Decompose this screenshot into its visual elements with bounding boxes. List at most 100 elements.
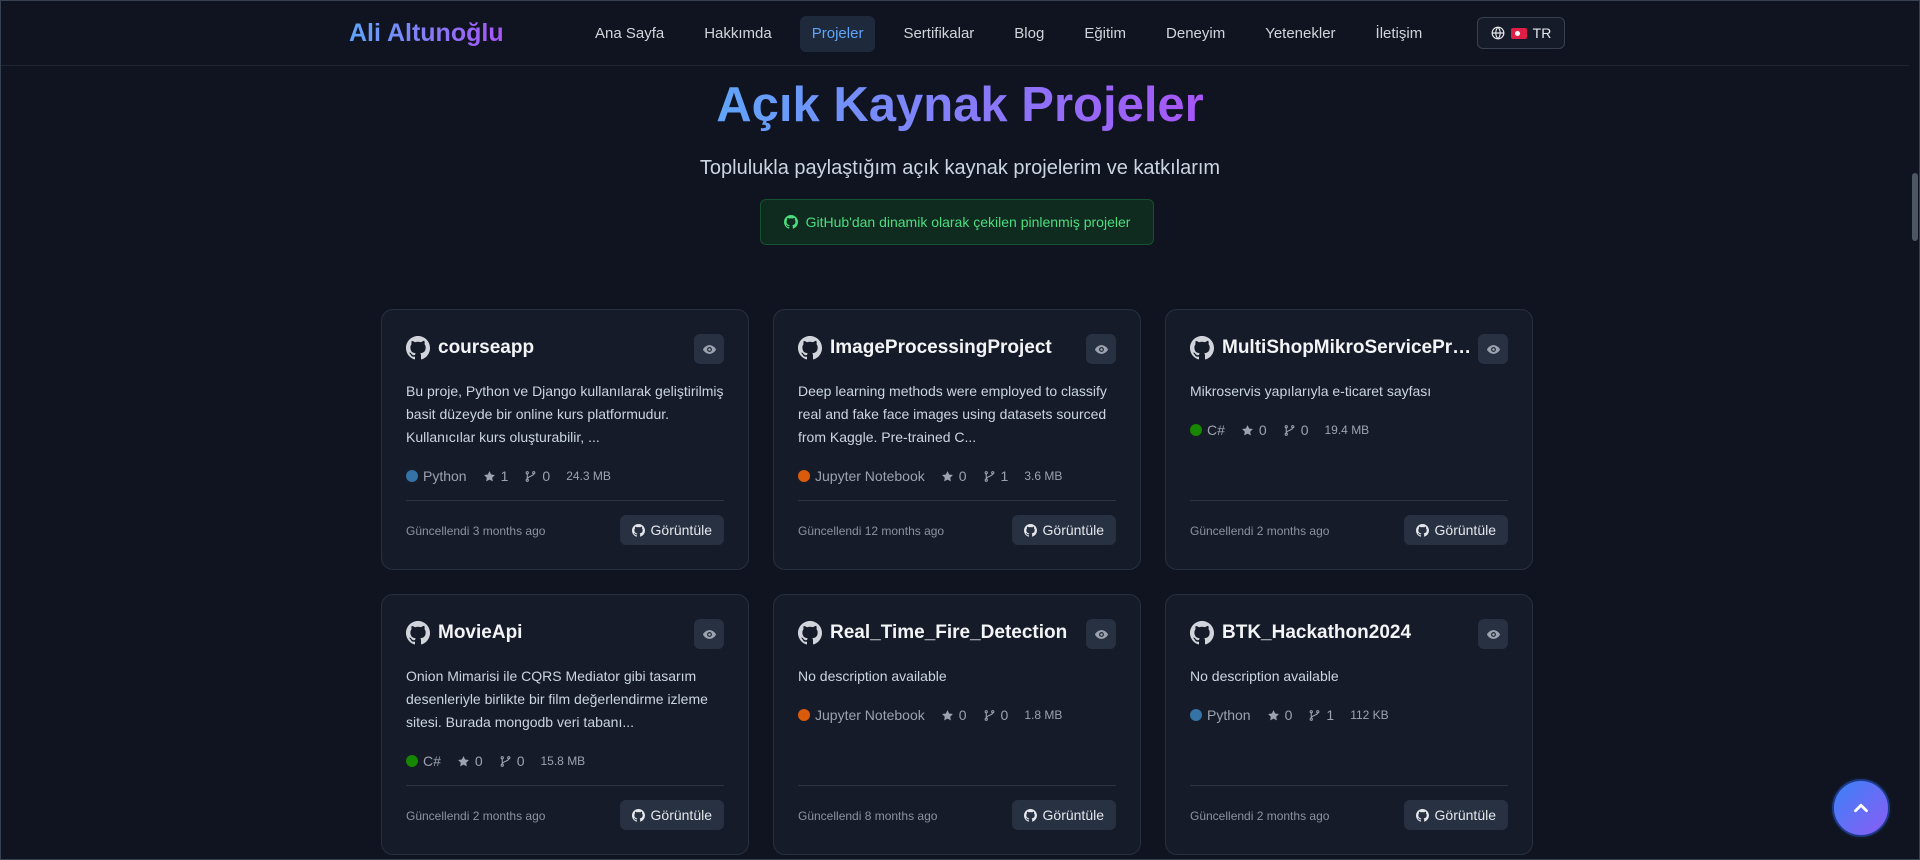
- project-title[interactable]: BTK_Hackathon2024: [1222, 622, 1480, 644]
- scrollbar-track[interactable]: [1909, 1, 1919, 859]
- language-label: Python: [1207, 707, 1251, 723]
- project-card[interactable]: Real_Time_Fire_Detection No description …: [773, 594, 1141, 855]
- view-on-github-button[interactable]: Görüntüle: [1011, 515, 1116, 545]
- card-divider: [798, 500, 1116, 501]
- github-icon: [1023, 808, 1037, 822]
- github-icon: [1415, 523, 1429, 537]
- project-title[interactable]: MultiShopMikroServiceProject: [1222, 337, 1480, 359]
- language-label: C#: [1207, 422, 1225, 438]
- project-meta: C# 0 0 15.8 MB: [406, 753, 585, 769]
- github-icon: [798, 621, 822, 645]
- project-language: Python: [406, 468, 467, 484]
- project-title[interactable]: ImageProcessingProject: [830, 337, 1088, 359]
- language-label: Python: [423, 468, 467, 484]
- language-color-dot: [406, 470, 418, 482]
- eye-icon: [1486, 344, 1500, 354]
- project-forks: 1: [1308, 707, 1334, 723]
- updated-time: Güncellendi 12 months ago: [798, 524, 945, 538]
- project-card[interactable]: MultiShopMikroServiceProject Mikroservis…: [1165, 309, 1533, 570]
- fork-icon: [500, 755, 511, 767]
- view-button-label: Görüntüle: [1434, 522, 1496, 538]
- globe-icon: [1491, 26, 1505, 40]
- brand-logo[interactable]: Ali Altunoğlu: [349, 19, 504, 48]
- star-icon: [1267, 709, 1279, 720]
- card-divider: [406, 785, 724, 786]
- github-icon: [406, 621, 430, 645]
- project-description: No description available: [1190, 668, 1339, 684]
- forks-count: 0: [516, 753, 525, 769]
- view-on-github-button[interactable]: Görüntüle: [1403, 515, 1508, 545]
- forks-count: 1: [1000, 468, 1009, 484]
- project-title[interactable]: courseapp: [438, 337, 696, 359]
- forks-count: 0: [1000, 707, 1009, 723]
- project-card[interactable]: MovieApi Onion Mimarisi ile CQRS Mediato…: [381, 594, 749, 855]
- view-button-label: Görüntüle: [650, 522, 712, 538]
- card-divider: [1190, 785, 1508, 786]
- preview-button[interactable]: [1478, 619, 1508, 649]
- nav-link-about[interactable]: Hakkımda: [692, 16, 784, 52]
- star-icon: [941, 709, 953, 720]
- stars-count: 0: [958, 707, 967, 723]
- project-forks: 0: [983, 707, 1009, 723]
- language-label: C#: [423, 753, 441, 769]
- project-description: Bu proje, Python ve Django kullanılarak …: [406, 383, 724, 445]
- project-card[interactable]: courseapp Bu proje, Python ve Django kul…: [381, 309, 749, 570]
- repo-size: 15.8 MB: [540, 754, 586, 768]
- nav-link-projects[interactable]: Projeler: [799, 16, 876, 52]
- fork-icon: [1310, 709, 1320, 721]
- turkey-flag-icon: [1510, 27, 1527, 39]
- nav-link-blog[interactable]: Blog: [1002, 16, 1056, 52]
- star-icon: [941, 470, 953, 481]
- stars-count: 1: [500, 468, 509, 484]
- project-card[interactable]: ImageProcessingProject Deep learning met…: [773, 309, 1141, 570]
- view-on-github-button[interactable]: Görüntüle: [1403, 800, 1508, 830]
- github-icon: [1415, 808, 1429, 822]
- preview-button[interactable]: [694, 619, 724, 649]
- github-icon: [631, 808, 645, 822]
- project-stars: 0: [1267, 707, 1292, 723]
- eye-icon: [702, 629, 716, 639]
- fork-icon: [984, 470, 994, 482]
- forks-count: 1: [1326, 707, 1335, 723]
- nav-link-certificates[interactable]: Sertifikalar: [891, 16, 986, 52]
- view-on-github-button[interactable]: Görüntüle: [1011, 800, 1116, 830]
- project-title[interactable]: MovieApi: [438, 622, 696, 644]
- project-description: Onion Mimarisi ile CQRS Mediator gibi ta…: [406, 668, 708, 730]
- page-title: Açık Kaynak Projeler: [716, 78, 1204, 132]
- github-icon: [1190, 621, 1214, 645]
- language-color-dot: [798, 470, 810, 482]
- repo-size: 1.8 MB: [1024, 708, 1063, 722]
- view-button-label: Görüntüle: [1042, 807, 1104, 823]
- preview-button[interactable]: [1086, 334, 1116, 364]
- github-icon: [406, 336, 430, 360]
- scrollbar-thumb[interactable]: [1912, 173, 1918, 241]
- nav-link-education[interactable]: Eğitim: [1072, 16, 1138, 52]
- preview-button[interactable]: [694, 334, 724, 364]
- nav-link-home[interactable]: Ana Sayfa: [583, 16, 676, 52]
- nav-link-skills[interactable]: Yetenekler: [1253, 16, 1347, 52]
- updated-time: Güncellendi 8 months ago: [798, 809, 938, 823]
- project-description: Mikroservis yapılarıyla e-ticaret sayfas…: [1190, 383, 1432, 399]
- project-language: Jupyter Notebook: [798, 707, 925, 723]
- project-title[interactable]: Real_Time_Fire_Detection: [830, 622, 1088, 644]
- project-card[interactable]: BTK_Hackathon2024 No description availab…: [1165, 594, 1533, 855]
- preview-button[interactable]: [1478, 334, 1508, 364]
- card-divider: [406, 500, 724, 501]
- view-on-github-button[interactable]: Görüntüle: [619, 515, 724, 545]
- updated-time: Güncellendi 3 months ago: [406, 524, 546, 538]
- updated-time: Güncellendi 2 months ago: [1190, 524, 1330, 538]
- forks-count: 0: [1300, 422, 1309, 438]
- language-switcher[interactable]: TR: [1477, 17, 1565, 49]
- project-stars: 0: [941, 468, 967, 484]
- project-forks: 0: [499, 753, 525, 769]
- nav-link-contact[interactable]: İletişim: [1364, 16, 1435, 52]
- page-subtitle: Toplulukla paylaştığım açık kaynak proje…: [699, 157, 1221, 179]
- updated-time: Güncellendi 2 months ago: [1190, 809, 1330, 823]
- preview-button[interactable]: [1086, 619, 1116, 649]
- project-forks: 1: [983, 468, 1009, 484]
- eye-icon: [1486, 629, 1500, 639]
- back-to-top-button[interactable]: [1832, 779, 1890, 837]
- project-forks: 0: [1283, 422, 1309, 438]
- nav-link-experience[interactable]: Deneyim: [1154, 16, 1237, 52]
- view-on-github-button[interactable]: Görüntüle: [619, 800, 724, 830]
